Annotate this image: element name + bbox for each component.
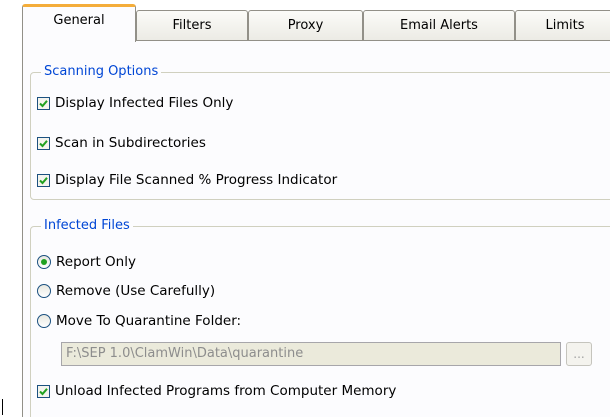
scan-subdirectories-checkbox[interactable] — [37, 136, 50, 150]
left-edge-marker — [2, 399, 3, 415]
tab-filters-label: Filters — [172, 18, 212, 33]
checkmark-icon — [39, 99, 48, 107]
infected-files-title: Infected Files — [41, 218, 133, 234]
progress-indicator-label: Display File Scanned % Progress Indicato… — [55, 172, 338, 188]
browse-button[interactable]: ... — [566, 342, 592, 366]
tab-proxy-label: Proxy — [287, 18, 324, 33]
report-only-option[interactable]: Report Only — [37, 252, 136, 272]
tab-filters[interactable]: Filters — [136, 10, 248, 40]
remove-radio[interactable] — [37, 284, 51, 298]
checkmark-icon — [39, 176, 48, 184]
remove-label: Remove (Use Carefully) — [56, 283, 216, 299]
remove-option[interactable]: Remove (Use Carefully) — [37, 281, 215, 301]
tab-email-alerts[interactable]: Email Alerts — [363, 10, 515, 40]
progress-indicator-option[interactable]: Display File Scanned % Progress Indicato… — [37, 170, 337, 190]
move-to-quarantine-label: Move To Quarantine Folder: — [56, 313, 242, 329]
move-to-quarantine-radio[interactable] — [37, 314, 51, 328]
tab-limits-label: Limits — [545, 18, 585, 33]
display-infected-only-option[interactable]: Display Infected Files Only — [37, 93, 233, 113]
checkmark-icon — [39, 139, 48, 147]
report-only-radio[interactable] — [37, 255, 51, 269]
unload-programs-label: Unload Infected Programs from Computer M… — [55, 383, 397, 399]
scanning-options-title: Scanning Options — [41, 64, 162, 80]
tab-general-label: General — [53, 13, 105, 28]
tab-general[interactable]: General — [22, 4, 136, 42]
scan-subdirectories-option[interactable]: Scan in Subdirectories — [37, 133, 206, 153]
unload-programs-option[interactable]: Unload Infected Programs from Computer M… — [37, 381, 396, 401]
display-infected-only-checkbox[interactable] — [37, 96, 50, 110]
tab-strip: General Filters Proxy Email Alerts Limit… — [0, 0, 610, 44]
tab-baseline-gap — [23, 40, 135, 41]
progress-indicator-checkbox[interactable] — [37, 173, 50, 187]
unload-programs-checkbox[interactable] — [37, 384, 50, 398]
report-only-label: Report Only — [56, 254, 136, 270]
move-to-quarantine-option[interactable]: Move To Quarantine Folder: — [37, 311, 241, 331]
quarantine-path-field[interactable]: F:\SEP 1.0\ClamWin\Data\quarantine — [61, 342, 561, 366]
radio-selected-dot — [41, 259, 47, 265]
scan-subdirectories-label: Scan in Subdirectories — [55, 135, 206, 151]
tab-limits[interactable]: Limits — [515, 10, 610, 40]
display-infected-only-label: Display Infected Files Only — [55, 95, 234, 111]
tab-proxy[interactable]: Proxy — [248, 10, 363, 40]
checkmark-icon — [39, 387, 48, 395]
tab-email-alerts-label: Email Alerts — [400, 18, 478, 33]
